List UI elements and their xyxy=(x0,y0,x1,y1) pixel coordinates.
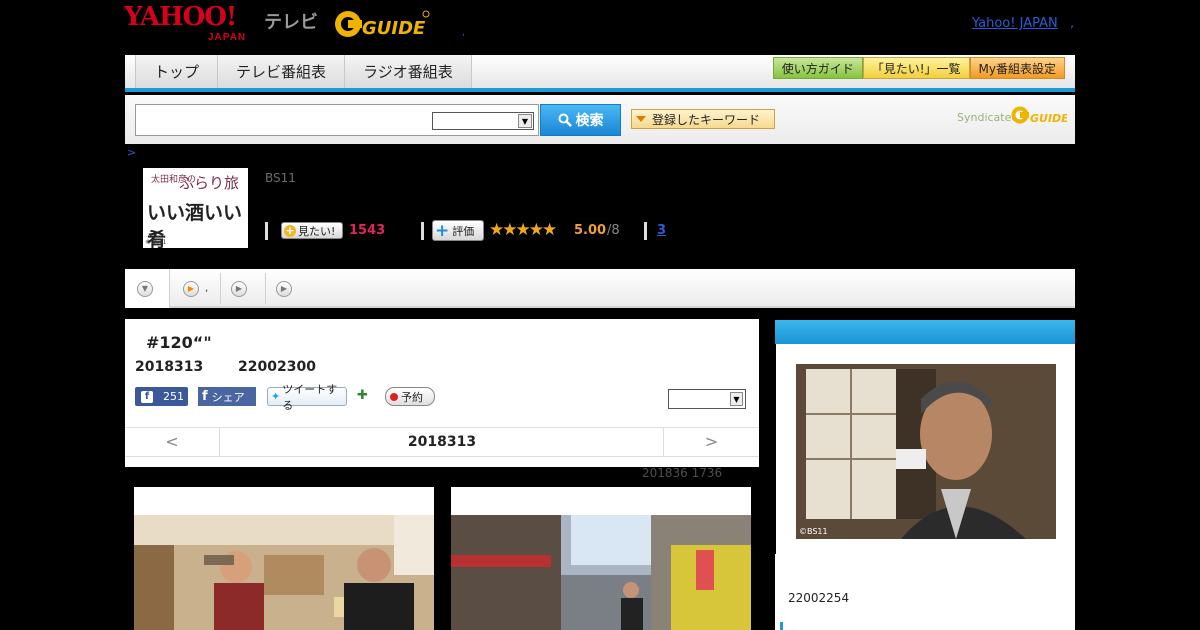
want-to-watch-list-button[interactable]: 「見たい!」一覧 xyxy=(862,57,970,79)
tweet-label: ツイートする xyxy=(282,382,338,412)
reserve-button[interactable]: 予約 xyxy=(385,387,435,406)
episode-title: #120“" xyxy=(146,333,212,352)
divider xyxy=(421,222,424,240)
channel-name: BS11 xyxy=(265,171,296,185)
my-listings-settings-button[interactable]: My番組表設定 xyxy=(969,57,1065,79)
gguide-logo[interactable]: GUIDE xyxy=(334,8,430,40)
program-thumbnail: 太田和彦の ふらり旅 いい酒いい肴 ©BS11 xyxy=(143,168,248,248)
divider xyxy=(644,222,647,240)
play-icon: ▶ xyxy=(183,280,199,297)
facebook-icon: f xyxy=(202,389,208,404)
side-program-time: 22002254 xyxy=(788,591,850,605)
side-accent-bar xyxy=(780,622,783,630)
prev-episode-button[interactable]: < xyxy=(125,428,220,456)
nav-tab-radio-listings[interactable]: ラジオ番組表 xyxy=(344,55,472,88)
record-dot-icon xyxy=(390,392,398,401)
episode-date: 2018313 xyxy=(135,359,204,375)
episode-photo-1[interactable] xyxy=(134,487,434,630)
registered-keywords-label: 登録したキーワード xyxy=(652,112,761,127)
play-icon: ▶ xyxy=(231,280,247,297)
rating-score: 5.00 xyxy=(574,223,607,238)
header-separator: , xyxy=(462,28,465,38)
facebook-count: 251 xyxy=(163,390,184,403)
side-program-image[interactable]: ©BS11 xyxy=(796,354,1056,549)
thumb-line2: ふらり旅 xyxy=(179,174,240,192)
nav-tabs: トップ テレビ番組表 ラジオ番組表 xyxy=(135,55,472,88)
search-bar: ▼ 検索 登録したキーワード Syndicated GUIDE xyxy=(125,95,1075,144)
side-program-info: 22002254 xyxy=(775,554,1075,630)
divider xyxy=(265,222,268,240)
side-panel: ©BS11 xyxy=(775,344,1075,554)
facebook-like-button[interactable]: f 251 xyxy=(135,387,188,406)
search-category-select[interactable]: ▼ xyxy=(432,112,534,130)
tv-label[interactable]: テレビ xyxy=(264,8,318,34)
triangle-down-icon xyxy=(636,116,646,122)
plus-icon: + xyxy=(435,220,450,241)
twitter-bird-icon: ✦ xyxy=(271,390,281,403)
nav-buttons: 使い方ガイド 「見たい!」一覧 My番組表設定 xyxy=(772,57,1065,79)
episode-action-select[interactable]: ▼ xyxy=(668,389,746,409)
rate-label: 評価 xyxy=(452,224,475,238)
plus-icon: + xyxy=(284,223,296,237)
yahoo-logo-sub: JAPAN xyxy=(208,32,247,43)
add-calendar-icon[interactable]: ✚ xyxy=(357,387,373,403)
tweet-button[interactable]: ✦ ツイートする xyxy=(267,383,347,412)
tab-divider xyxy=(220,273,221,304)
want-to-watch-button[interactable]: + 見たい! xyxy=(281,222,343,239)
registered-keywords-button[interactable]: 登録したキーワード xyxy=(631,109,775,129)
want-to-watch-count: 1543 xyxy=(349,223,386,238)
program-tabs: ▼ ▶ , ▶ ▶ xyxy=(125,269,1075,308)
tab-info[interactable]: ▶ xyxy=(231,269,253,308)
search-icon xyxy=(558,113,572,127)
play-icon: ▶ xyxy=(276,280,292,297)
thumb-credit: ©BS11 xyxy=(145,239,167,246)
photo-street xyxy=(451,515,751,630)
current-episode-date: 2018313 xyxy=(407,434,477,450)
chevron-down-icon: ▼ xyxy=(137,280,153,297)
facebook-share-button[interactable]: f シェア xyxy=(198,387,256,406)
breadcrumb[interactable]: > xyxy=(127,146,136,159)
nav-tab-top[interactable]: トップ xyxy=(135,55,218,88)
next-episode-button[interactable]: > xyxy=(663,428,759,456)
gguide-logo-text: GUIDE xyxy=(362,18,426,39)
side-panel-header xyxy=(775,320,1075,344)
tab-overview-icon-wrap: ▼ xyxy=(137,269,159,308)
review-count-link[interactable]: 3 xyxy=(657,223,666,238)
usage-guide-button[interactable]: 使い方ガイド xyxy=(772,57,863,79)
tab-episodes-label: , xyxy=(205,283,209,294)
tab-episodes[interactable]: ▶ , xyxy=(183,269,208,308)
syndicated-gguide-logo: GUIDE xyxy=(1011,106,1067,125)
chevron-down-icon: ▼ xyxy=(730,392,743,406)
yahoo-japan-logo[interactable]: YAHOO! JAPAN xyxy=(124,4,245,43)
nav-tab-tv-listings[interactable]: テレビ番組表 xyxy=(217,55,345,88)
photo-bar-interior xyxy=(134,515,434,630)
reserve-label: 予約 xyxy=(401,390,423,404)
rating-count: /8 xyxy=(607,223,620,238)
episode-panel: #120“" 2018313 22002300 f 251 f シェア ✦ ツイ… xyxy=(125,319,759,467)
want-to-watch-label: 見たい! xyxy=(298,224,336,238)
yahoo-link-separator: , xyxy=(1070,16,1075,31)
search-button[interactable]: 検索 xyxy=(540,104,621,136)
rate-button[interactable]: + 評価 xyxy=(432,220,484,241)
rating-stars: ★★★★★ xyxy=(489,220,557,240)
episode-photo-2[interactable] xyxy=(451,487,751,630)
facebook-share-label: シェア xyxy=(211,390,245,404)
episode-pager: < 2018313 > xyxy=(125,427,759,457)
tab-reviews[interactable]: ▶ xyxy=(276,269,298,308)
updated-timestamp: 201836 1736 xyxy=(642,466,723,480)
episode-time: 22002300 xyxy=(238,359,316,375)
facebook-icon: f xyxy=(141,390,153,403)
yahoo-japan-link[interactable]: Yahoo! JAPAN xyxy=(972,16,1058,31)
chevron-down-icon: ▼ xyxy=(518,114,532,128)
search-button-label: 検索 xyxy=(575,113,604,129)
syndicated-label: Syndicated xyxy=(957,111,1019,124)
side-image-credit: ©BS11 xyxy=(799,527,828,536)
page: YAHOO! JAPAN テレビ GUIDE , Yahoo! JAPAN , … xyxy=(0,0,1200,630)
syndicated-logo-text: GUIDE xyxy=(1030,112,1067,125)
tab-divider xyxy=(265,273,266,304)
global-nav: トップ テレビ番組表 ラジオ番組表 使い方ガイド 「見たい!」一覧 My番組表設… xyxy=(125,55,1075,92)
